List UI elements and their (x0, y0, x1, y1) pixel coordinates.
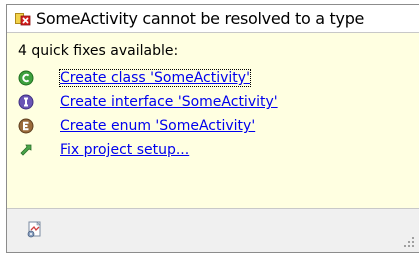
error-marker-icon (15, 13, 31, 26)
problem-description: SomeActivity cannot be resolved to a typ… (36, 9, 365, 28)
create-enum-link[interactable]: Create enum 'SomeActivity' (60, 118, 255, 134)
configure-problem-severity-icon[interactable] (26, 221, 44, 239)
resize-grip-icon[interactable] (403, 236, 415, 248)
quick-fix-list: 4 quick fixes available: Create class 'S… (7, 33, 419, 210)
interface-icon (18, 94, 34, 110)
quick-fix-count: 4 quick fixes available: (18, 43, 179, 59)
quick-fix-popup: SomeActivity cannot be resolved to a typ… (6, 4, 419, 253)
create-interface-link[interactable]: Create interface 'SomeActivity' (60, 94, 278, 110)
fix-setup-icon (20, 144, 32, 156)
popup-footer (7, 208, 419, 252)
enum-icon (18, 118, 34, 134)
popup-header: SomeActivity cannot be resolved to a typ… (7, 5, 419, 33)
class-icon (18, 70, 34, 86)
create-class-link[interactable]: Create class 'SomeActivity' (59, 69, 251, 87)
fix-project-setup-link[interactable]: Fix project setup... (60, 142, 189, 158)
